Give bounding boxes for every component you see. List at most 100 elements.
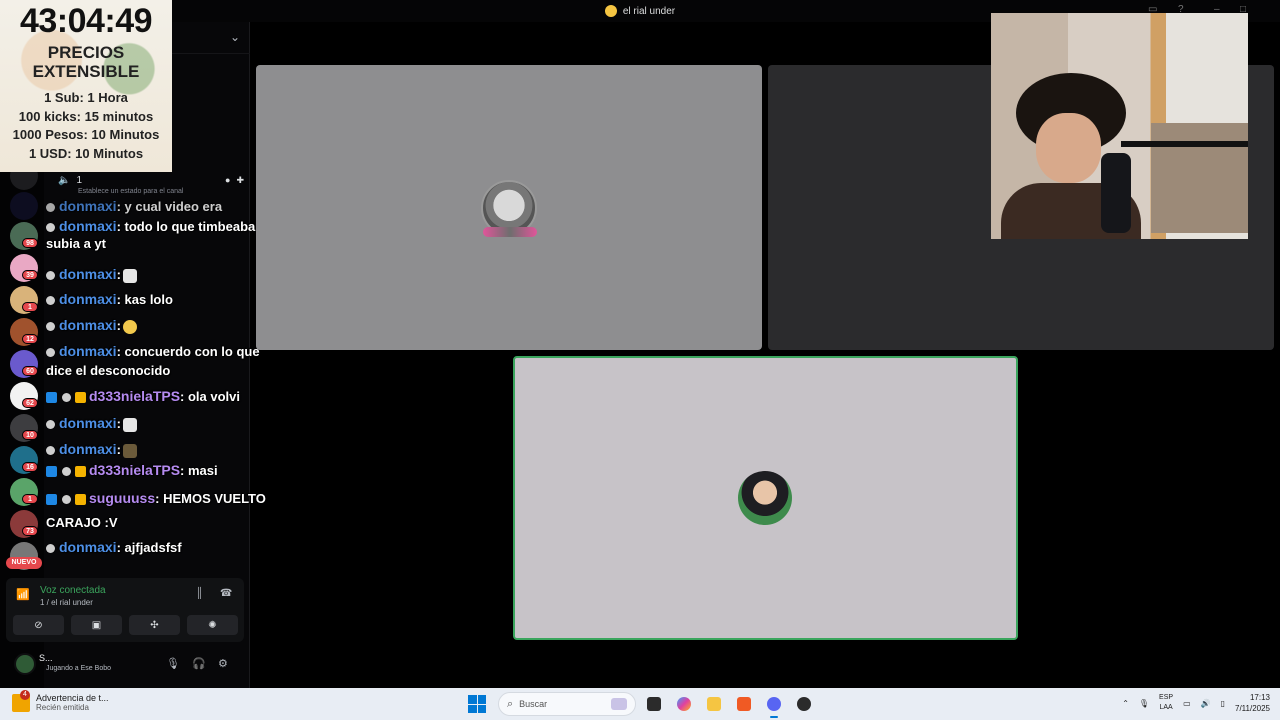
chat-username: suguuuss <box>89 490 156 506</box>
chat-message: donmaxi: <box>40 441 137 458</box>
gear-icon[interactable]: ⚙ <box>218 657 228 670</box>
voice-channel-row[interactable]: 🔈 1 ● ✚ <box>58 173 244 187</box>
activities-icon: ✣ <box>150 619 159 631</box>
chat-message-cont: dice el desconocido <box>46 363 171 378</box>
chevron-down-icon[interactable]: ⌄ <box>230 30 240 44</box>
chat-message-cont: CARAJO :V <box>46 515 118 530</box>
stream-timer-overlay: 43:04:49 PRECIOS EXTENSIBLE 1 Sub: 1 Hor… <box>0 0 172 172</box>
clock[interactable]: 17:13 7/11/2025 <box>1235 692 1270 714</box>
overlay-subheading: EXTENSIBLE <box>32 62 140 81</box>
search-placeholder: Buscar <box>519 699 548 709</box>
server-emoji-icon <box>604 5 617 17</box>
server-badge: 10 <box>22 430 38 440</box>
user-activity: Jugando a Ese Bobo <box>46 665 111 672</box>
server-badge: 98 <box>22 238 38 248</box>
activities-button[interactable]: ✣ <box>129 615 180 635</box>
price-line: 1000 Pesos: 10 Minutos <box>12 127 160 142</box>
voice-channel-name[interactable]: 1 / el rial under <box>40 598 93 607</box>
price-line: 1 Sub: 1 Hora <box>44 90 128 105</box>
chat-text: : <box>116 416 121 431</box>
participant-avatar <box>738 471 792 525</box>
clock-time: 17:13 <box>1249 693 1270 702</box>
crown-badge-icon <box>75 466 86 478</box>
voice-status[interactable]: Voz conectada <box>40 585 106 596</box>
emote-icon <box>122 319 137 334</box>
search-highlight-icon <box>611 698 627 710</box>
notification-title: Advertencia de t... <box>36 693 109 703</box>
system-tray: ⌃ 🎙 ESP LAA ▭ 🔊 ▯ 17:13 7/11/2025 <box>1122 692 1270 714</box>
server-badge: 62 <box>22 398 38 408</box>
chat-message: donmaxi: <box>40 317 137 334</box>
webcam-microphone <box>1101 153 1131 233</box>
overlay-heading: PRECIOS <box>47 43 125 62</box>
server-badge: 73 <box>22 526 38 536</box>
camera-off-icon: ⊘ <box>34 619 43 631</box>
headphones-icon[interactable]: 🎧 <box>192 657 206 670</box>
brave-browser-icon[interactable] <box>732 692 756 716</box>
obs-icon[interactable] <box>792 692 816 716</box>
discord-icon[interactable] <box>762 692 786 718</box>
crown-badge-icon <box>75 494 86 506</box>
chat-username: donmaxi <box>59 266 117 282</box>
soundboard-button[interactable]: ✺ <box>187 615 238 635</box>
copilot-icon[interactable] <box>672 692 696 716</box>
window-title: el rial under <box>604 5 676 17</box>
prime-badge-icon <box>46 466 57 478</box>
chat-username: donmaxi <box>59 441 117 457</box>
prime-badge-icon <box>46 494 57 506</box>
chat-message: d333nielaTPS: masi <box>40 462 218 478</box>
chat-username: donmaxi <box>59 198 117 214</box>
screen-share-button[interactable]: ▣ <box>71 615 122 635</box>
webcam-person-face <box>1036 113 1101 183</box>
prime-badge-icon <box>46 392 57 404</box>
chevron-up-icon[interactable]: ⌃ <box>1122 699 1129 708</box>
chat-message: suguuuss: HEMOS VUELTO <box>40 490 266 506</box>
signal-icon[interactable]: 📶 <box>16 588 30 601</box>
username[interactable]: S... <box>39 653 53 663</box>
new-badge[interactable]: NUEVO <box>6 557 42 569</box>
camera-off-button[interactable]: ⊘ <box>13 615 64 635</box>
chat-text: : ola volvi <box>180 389 241 404</box>
screen: el rial under ▭ ? – □ ⌄ 98 39 1 12 60 62… <box>0 0 1280 720</box>
server-icon[interactable] <box>10 192 38 220</box>
disconnect-icon[interactable]: ☎ <box>220 588 232 599</box>
speaker-icon: 🔈 <box>58 174 71 186</box>
battery-icon[interactable]: ▯ <box>1221 699 1225 708</box>
volume-icon[interactable]: 🔊 <box>1201 699 1211 708</box>
noise-suppression-icon[interactable]: ║ <box>196 588 203 599</box>
window-title-text: el rial under <box>622 5 676 17</box>
file-explorer-icon[interactable] <box>702 692 726 716</box>
avatar[interactable] <box>14 653 36 675</box>
chat-message: donmaxi: kas lolo <box>40 291 173 307</box>
lang-line: ESP <box>1159 694 1174 701</box>
user-panel: S... Jugando a Ese Bobo 🎙 🎧 ⚙ <box>6 648 244 682</box>
chat-username: donmaxi <box>59 343 117 359</box>
chat-username: donmaxi <box>59 317 117 333</box>
input-language[interactable]: ESP LAA <box>1159 693 1173 713</box>
network-icon[interactable]: ▭ <box>1183 699 1191 708</box>
chat-username: d333nielaTPS <box>89 388 181 404</box>
chat-text: : concuerdo con lo que <box>116 344 260 359</box>
server-badge: 60 <box>22 366 38 376</box>
voice-action-buttons: ⊘ ▣ ✣ ✺ <box>13 615 238 635</box>
windows-start-icon[interactable] <box>468 695 486 713</box>
search-icon: ⌕ <box>507 697 514 710</box>
crown-badge-icon <box>75 392 86 404</box>
chat-text: : kas lolo <box>116 292 173 307</box>
taskbar-notification[interactable]: 4 Advertencia de t... Recién emitida <box>12 690 109 712</box>
chat-message: d333nielaTPS: ola volvi <box>40 388 240 404</box>
webcam-bed <box>1151 123 1248 233</box>
task-view-icon[interactable] <box>642 692 666 716</box>
microphone-tray-icon[interactable]: 🎙 <box>1139 699 1149 708</box>
chat-text: : <box>116 318 121 333</box>
microphone-icon[interactable]: 🎙 <box>166 657 180 670</box>
countdown-timer: 43:04:49 <box>19 2 153 40</box>
chat-bubble-icon[interactable]: ● <box>225 175 230 186</box>
chat-text: : ajfjadsfsf <box>116 540 182 555</box>
webcam-mic-arm <box>1121 141 1248 147</box>
taskbar-search[interactable]: ⌕ Buscar <box>498 692 636 716</box>
server-badge: 1 <box>22 494 38 504</box>
add-member-icon[interactable]: ✚ <box>236 175 244 186</box>
avatar-decoration <box>483 227 537 237</box>
emote-icon <box>122 268 137 283</box>
